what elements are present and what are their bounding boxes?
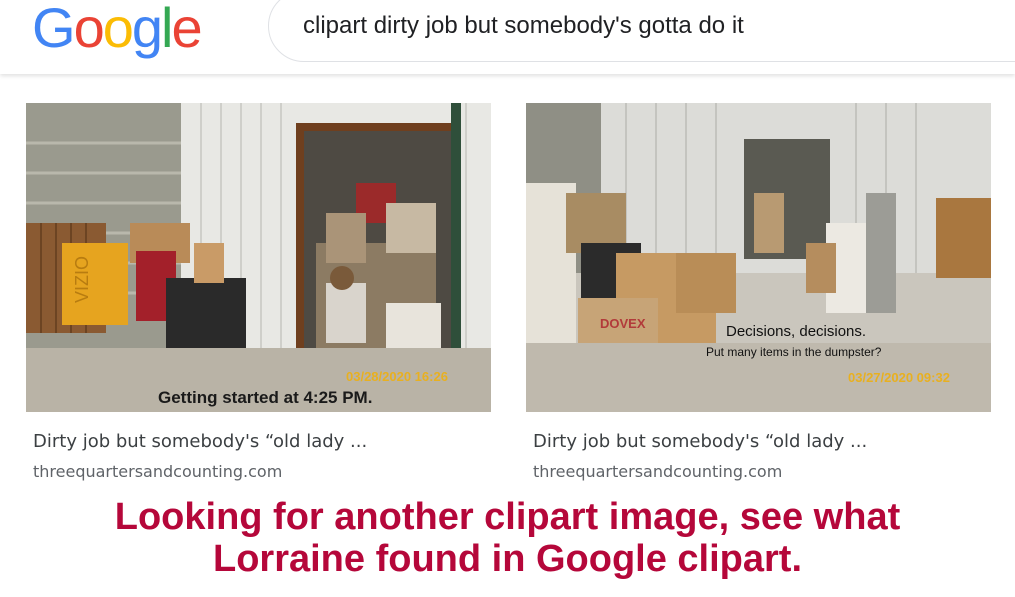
storage-unit-photo: VIZIO Getting started at 4:25 PM. 03/28/…: [26, 103, 491, 412]
logo-letter: l: [161, 0, 174, 59]
result-source[interactable]: threequartersandcounting.com: [33, 462, 282, 481]
search-header: Google clipart dirty job but somebody's …: [0, 0, 1015, 74]
storage-unit-photo: DOVEX Decisions, decisions. Put many ite…: [526, 103, 991, 412]
photo-caption: Getting started at 4:25 PM.: [158, 388, 372, 407]
photo-timestamp: 03/28/2020 16:26: [346, 369, 448, 384]
image-result-card[interactable]: VIZIO Getting started at 4:25 PM. 03/28/…: [26, 103, 491, 412]
logo-letter: o: [73, 0, 105, 59]
photo-timestamp: 03/27/2020 09:32: [848, 370, 950, 385]
overlay-caption-line1: Looking for another clipart image, see w…: [114, 496, 901, 538]
result-title[interactable]: Dirty job but somebody's “old lady ...: [33, 431, 367, 452]
image-result-card[interactable]: DOVEX Decisions, decisions. Put many ite…: [526, 103, 991, 412]
svg-text:VIZIO: VIZIO: [72, 256, 92, 303]
photo-caption-line1: Decisions, decisions.: [726, 323, 866, 340]
overlay-caption-line2: Lorraine found in Google clipart.: [212, 538, 803, 580]
result-source[interactable]: threequartersandcounting.com: [533, 462, 782, 481]
result-thumbnail[interactable]: DOVEX Decisions, decisions. Put many ite…: [526, 103, 991, 412]
logo-letter: e: [171, 0, 202, 59]
search-query-text[interactable]: clipart dirty job but somebody's gotta d…: [303, 12, 744, 40]
logo-letter: g: [131, 0, 163, 59]
logo-letter: G: [32, 0, 76, 59]
svg-text:DOVEX: DOVEX: [600, 316, 646, 331]
logo-letter: o: [102, 0, 134, 59]
result-thumbnail[interactable]: VIZIO Getting started at 4:25 PM. 03/28/…: [26, 103, 491, 412]
photo-caption-line2: Put many items in the dumpster?: [706, 345, 882, 359]
result-title[interactable]: Dirty job but somebody's “old lady ...: [533, 431, 867, 452]
google-logo[interactable]: Google: [32, 0, 203, 60]
